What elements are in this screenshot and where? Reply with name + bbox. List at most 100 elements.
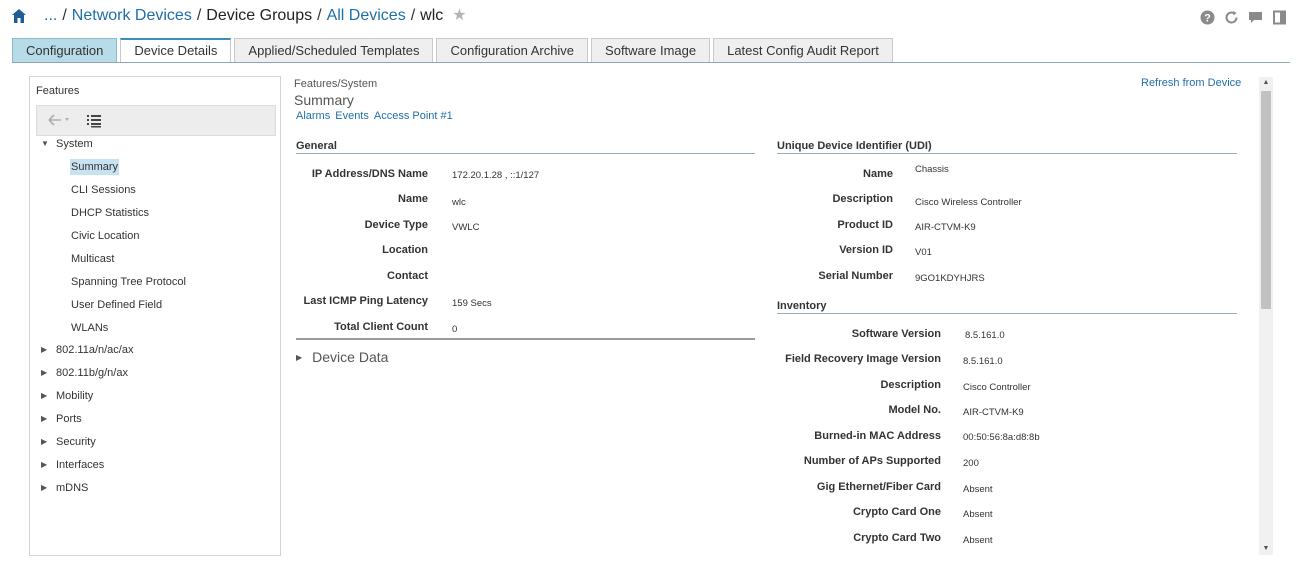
favorite-star-icon[interactable]: ★ (452, 6, 466, 26)
features-title: Features (36, 85, 80, 97)
header-toolbar: ? (1200, 10, 1287, 25)
aps-supported-value: 200 (963, 458, 979, 469)
tree-item-interfaces[interactable]: Interfaces (56, 458, 104, 472)
scroll-up-arrow-icon[interactable]: ▲ (1259, 77, 1273, 89)
crypto-card-two-value: Absent (963, 535, 993, 546)
tree-item-mobility[interactable]: Mobility (56, 389, 93, 403)
tree-item-80211b[interactable]: 802.11b/g/n/ax (56, 366, 128, 380)
tab-device-details[interactable]: Device Details (120, 38, 232, 63)
serial-number-label: Serial Number (818, 270, 893, 282)
client-count-label: Total Client Count (334, 321, 428, 333)
help-icon[interactable]: ? (1200, 10, 1215, 25)
model-no-value: AIR-CTVM-K9 (963, 407, 1024, 418)
tree-item-multicast[interactable]: Multicast (70, 251, 115, 267)
udi-description-value: Cisco Wireless Controller (915, 197, 1022, 208)
product-id-value: AIR-CTVM-K9 (915, 222, 976, 233)
home-icon[interactable] (11, 8, 27, 24)
tree-item-wlans[interactable]: WLANs (70, 320, 109, 336)
gig-ethernet-label: Gig Ethernet/Fiber Card (816, 481, 941, 493)
tab-divider (12, 62, 1290, 63)
features-toolbar (36, 105, 276, 136)
breadcrumb-network-devices[interactable]: Network Devices (72, 6, 192, 26)
tree-item-ports[interactable]: Ports (56, 412, 82, 426)
tree-item-cli-sessions[interactable]: CLI Sessions (70, 182, 137, 198)
section-divider (296, 338, 755, 340)
scroll-down-arrow-icon[interactable]: ▼ (1259, 543, 1273, 555)
tree-item-security[interactable]: Security (56, 435, 96, 449)
udi-name-label: Name (863, 168, 893, 180)
inventory-description-value: Cisco Controller (963, 382, 1031, 393)
features-panel: Features ▼ System Summary CLI Sessions D… (29, 76, 281, 556)
device-data-toggle[interactable]: ▶ Device Data (296, 349, 388, 365)
alarms-link[interactable]: Alarms (296, 110, 330, 122)
tree-item-civic-location[interactable]: Civic Location (70, 228, 140, 244)
tab-configuration-archive[interactable]: Configuration Archive (436, 38, 589, 63)
field-recovery-label: Field Recovery Image Version (785, 353, 941, 365)
tree-item-mdns[interactable]: mDNS (56, 481, 88, 495)
content-breadcrumb: Features/System (294, 78, 378, 90)
breadcrumb-ellipsis[interactable]: ... (44, 6, 57, 26)
version-id-value: V01 (915, 247, 932, 258)
tree-item-summary[interactable]: Summary (70, 159, 120, 175)
expand-arrow-icon[interactable]: ▶ (41, 366, 47, 380)
expand-arrow-icon[interactable]: ▶ (41, 389, 47, 403)
back-arrow-icon[interactable] (47, 113, 71, 127)
collapse-arrow-icon[interactable]: ▼ (41, 137, 49, 151)
refresh-from-device-link[interactable]: Refresh from Device (1141, 77, 1241, 89)
gig-ethernet-value: Absent (963, 484, 993, 495)
panel-icon[interactable] (1272, 10, 1287, 25)
device-data-label: Device Data (312, 349, 389, 365)
expand-arrow-icon[interactable]: ▶ (41, 458, 47, 472)
refresh-icon[interactable] (1224, 10, 1239, 25)
scrollbar-thumb[interactable] (1261, 91, 1271, 309)
inventory-section-title: Inventory (777, 300, 827, 312)
expand-arrow-icon[interactable]: ▶ (41, 412, 47, 426)
expand-arrow-icon[interactable]: ▶ (41, 343, 47, 357)
tree-item-user-defined-field[interactable]: User Defined Field (70, 297, 163, 313)
tree-item-spanning-tree-protocol[interactable]: Spanning Tree Protocol (70, 274, 187, 290)
udi-description-label: Description (832, 193, 893, 205)
udi-section-title: Unique Device Identifier (UDI) (777, 140, 932, 152)
section-divider (296, 153, 755, 154)
section-divider (777, 313, 1237, 314)
tree-item-system[interactable]: System (56, 137, 93, 151)
inventory-description-label: Description (880, 379, 941, 391)
section-divider (777, 153, 1237, 154)
expand-arrow-icon: ▶ (296, 352, 303, 362)
general-section-title: General (296, 140, 337, 152)
breadcrumb-separator: / (410, 7, 416, 24)
product-id-label: Product ID (837, 219, 893, 231)
tree-item-dhcp-statistics[interactable]: DHCP Statistics (70, 205, 150, 221)
name-value: wlc (452, 197, 466, 208)
tree-item-80211a[interactable]: 802.11a/n/ac/ax (56, 343, 133, 357)
aps-supported-label: Number of APs Supported (803, 455, 941, 467)
tab-configuration[interactable]: Configuration (12, 38, 118, 63)
breadcrumb-device-groups: Device Groups (206, 7, 313, 24)
software-version-value: 8.5.161.0 (965, 330, 1005, 341)
crypto-card-one-value: Absent (963, 509, 993, 520)
tab-latest-config-audit-report[interactable]: Latest Config Audit Report (713, 38, 893, 63)
mac-address-label: Burned-in MAC Address (814, 430, 941, 442)
svg-text:?: ? (1204, 13, 1211, 25)
contact-label: Contact (387, 270, 428, 282)
tab-bar: Configuration Device Details Applied/Sch… (12, 38, 893, 63)
crypto-card-two-label: Crypto Card Two (853, 532, 941, 544)
mac-address-value: 00:50:56:8a:d8:8b (963, 432, 1040, 443)
tab-software-image[interactable]: Software Image (591, 38, 711, 63)
expand-arrow-icon[interactable]: ▶ (41, 481, 47, 495)
name-label: Name (398, 193, 428, 205)
events-link[interactable]: Events (335, 110, 369, 122)
chat-icon[interactable] (1248, 10, 1263, 25)
access-point-link[interactable]: Access Point #1 (374, 110, 453, 122)
crypto-card-one-label: Crypto Card One (852, 506, 941, 518)
expand-arrow-icon[interactable]: ▶ (41, 435, 47, 449)
udi-name-value: Chassis (915, 164, 949, 175)
device-type-label: Device Type (364, 219, 428, 231)
breadcrumb-separator: / (196, 7, 202, 24)
breadcrumb-all-devices[interactable]: All Devices (327, 6, 406, 26)
vertical-scrollbar[interactable]: ▲ ▼ (1259, 77, 1273, 555)
list-view-icon[interactable] (87, 114, 101, 128)
breadcrumb-separator: / (62, 7, 67, 24)
field-recovery-value: 8.5.161.0 (963, 356, 1003, 367)
tab-applied-scheduled-templates[interactable]: Applied/Scheduled Templates (234, 38, 434, 63)
